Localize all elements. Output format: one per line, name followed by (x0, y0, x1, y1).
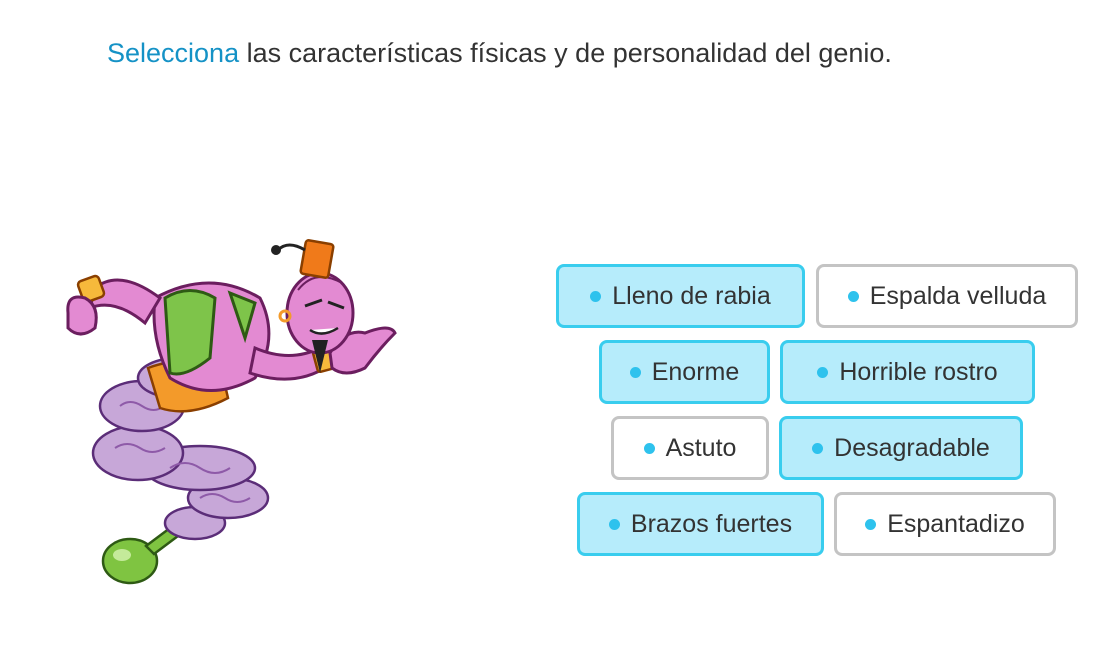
option-espantadizo[interactable]: Espantadizo (834, 492, 1056, 556)
option-label: Astuto (665, 433, 737, 462)
option-astuto[interactable]: Astuto (611, 416, 769, 480)
option-label: Espantadizo (887, 509, 1025, 538)
bullet-icon (817, 366, 829, 378)
option-lleno-de-rabia[interactable]: Lleno de rabia (556, 264, 805, 328)
bullet-icon (865, 518, 877, 530)
bullet-icon (847, 290, 859, 302)
bullet-icon (608, 518, 620, 530)
bullet-icon (629, 366, 641, 378)
bullet-icon (590, 290, 602, 302)
option-brazos-fuertes[interactable]: Brazos fuertes (577, 492, 824, 556)
option-desagradable[interactable]: Desagradable (779, 416, 1023, 480)
option-enorme[interactable]: Enorme (599, 340, 770, 404)
option-label: Desagradable (834, 433, 990, 462)
option-label: Brazos fuertes (630, 509, 793, 538)
genie-illustration-icon (66, 239, 397, 585)
option-label: Horrible rostro (839, 357, 998, 386)
instruction-rest: las características físicas y de persona… (239, 38, 892, 68)
option-label: Espalda velluda (869, 281, 1047, 310)
instruction-text: Selecciona las características físicas y… (107, 36, 892, 70)
bullet-icon (812, 442, 824, 454)
option-horrible-rostro[interactable]: Horrible rostro (780, 340, 1035, 404)
option-label: Enorme (651, 357, 740, 386)
option-espalda-velluda[interactable]: Espalda velluda (816, 264, 1078, 328)
instruction-verb: Selecciona (107, 38, 240, 68)
bottle-icon (101, 526, 180, 585)
option-label: Lleno de rabia (612, 281, 771, 310)
bullet-icon (643, 442, 655, 454)
